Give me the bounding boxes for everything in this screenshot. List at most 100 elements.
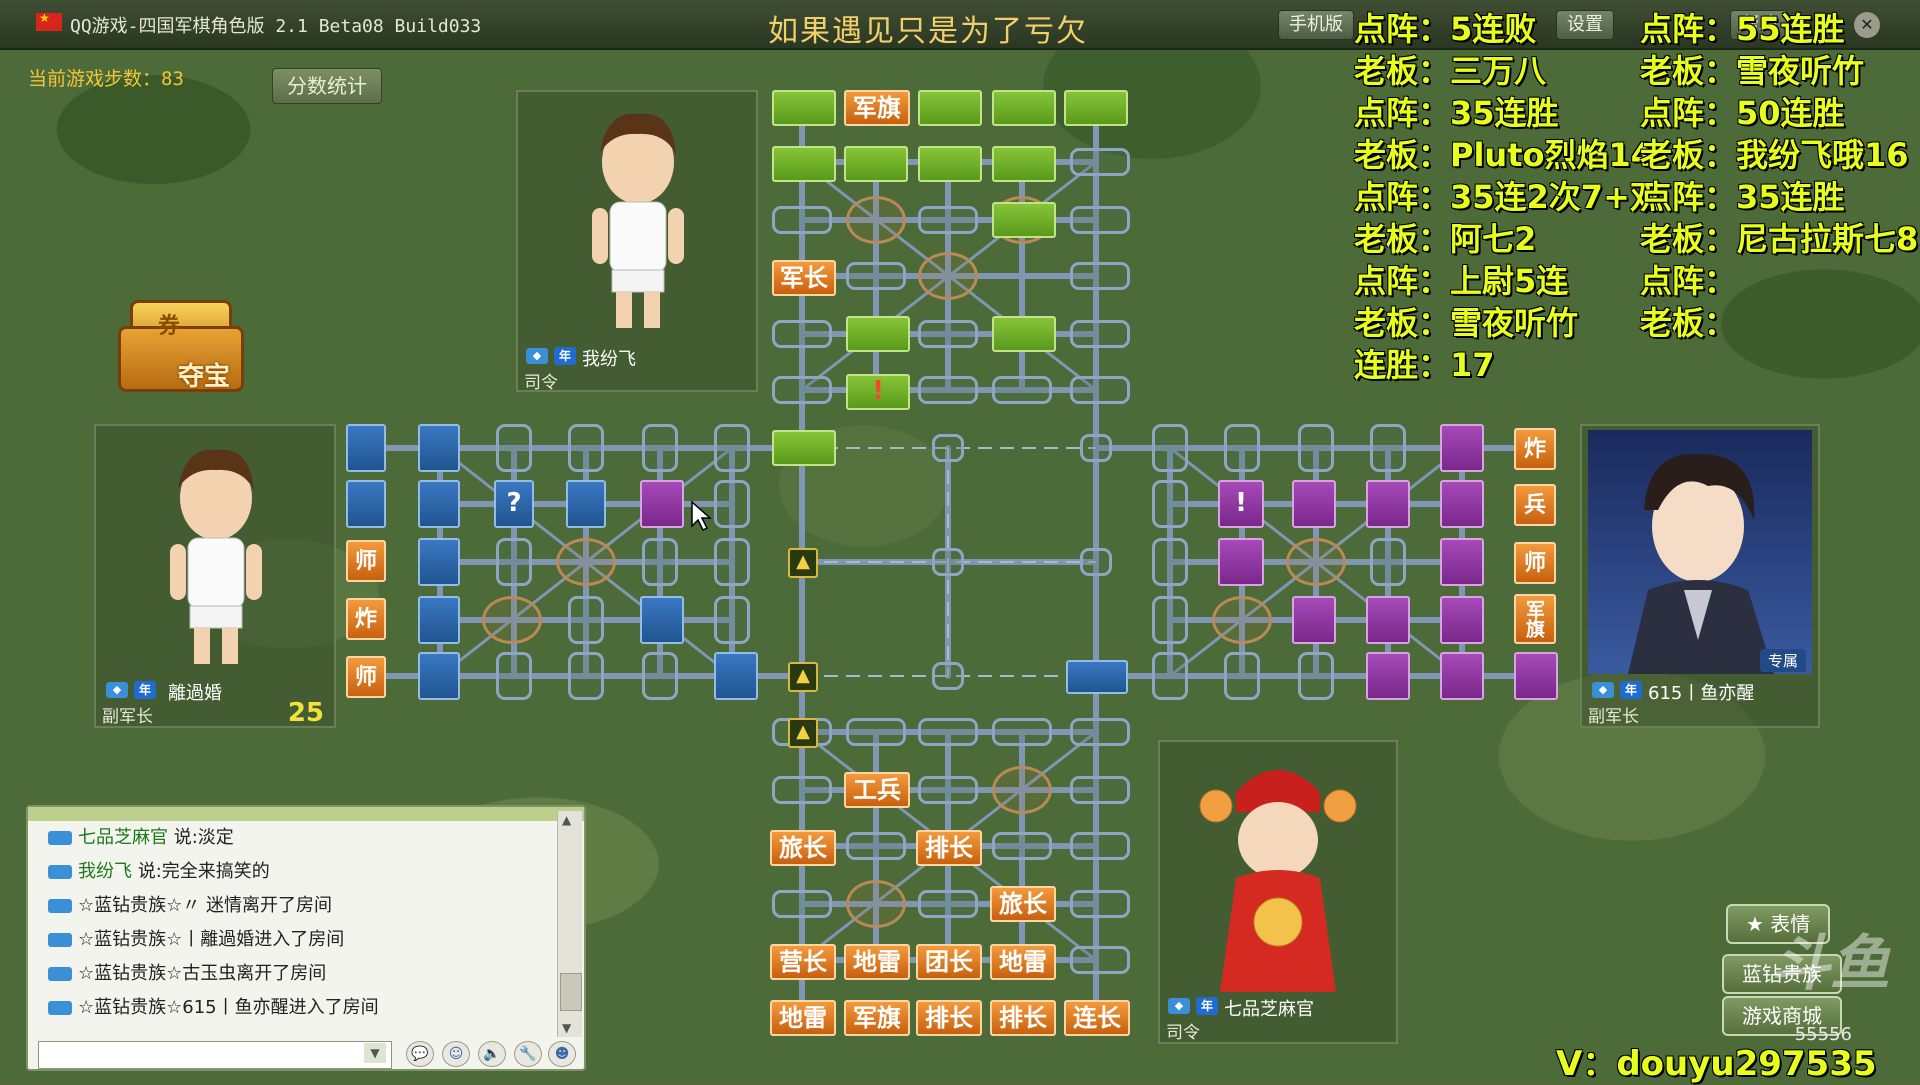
piece-purple[interactable] — [1440, 596, 1484, 644]
piece-green[interactable] — [772, 430, 836, 466]
board-post[interactable] — [772, 376, 832, 404]
user-icon[interactable]: ☻ — [548, 1041, 576, 1067]
piece-bottom[interactable]: 排长 — [916, 1000, 982, 1036]
camp-cell[interactable] — [992, 766, 1052, 814]
board-post[interactable] — [1070, 320, 1130, 348]
camp-cell[interactable] — [1212, 596, 1272, 644]
piece-right-bomb[interactable]: 炸 — [1514, 428, 1556, 470]
piece-bottom[interactable]: 连长 — [1064, 1000, 1130, 1036]
piece-left-bomb[interactable]: 炸 — [346, 598, 386, 640]
camp-cell[interactable] — [556, 538, 616, 586]
piece-blue[interactable] — [418, 596, 460, 644]
board-post[interactable] — [918, 320, 978, 348]
piece-right-soldier[interactable]: 兵 — [1514, 484, 1556, 526]
piece-green[interactable] — [992, 90, 1056, 126]
piece-green[interactable] — [992, 316, 1056, 352]
board-post[interactable] — [496, 424, 532, 472]
board-post[interactable] — [714, 596, 750, 644]
camp-cell[interactable] — [1286, 538, 1346, 586]
board-post[interactable] — [1070, 206, 1130, 234]
piece-blue[interactable] — [418, 538, 460, 586]
piece-purple-marked[interactable]: ! — [1218, 480, 1264, 528]
speaker-icon[interactable]: 🔈 — [478, 1041, 506, 1067]
piece-top-flag[interactable]: 军旗 — [844, 90, 910, 126]
board-post[interactable] — [772, 776, 832, 804]
piece-green[interactable] — [772, 146, 836, 182]
piece-purple[interactable] — [1440, 538, 1484, 586]
board-post[interactable] — [642, 538, 678, 586]
board-post[interactable] — [1370, 538, 1406, 586]
piece-right-division[interactable]: 师 — [1514, 542, 1556, 584]
piece-bottom[interactable]: 排长 — [990, 1000, 1056, 1036]
board-post[interactable] — [918, 718, 978, 746]
piece-blue-unknown[interactable]: ? — [494, 480, 534, 528]
board-post[interactable] — [918, 206, 978, 234]
piece-left-division[interactable]: 师 — [346, 656, 386, 698]
board-post[interactable] — [846, 832, 906, 860]
chevron-down-icon[interactable]: ▼ — [364, 1043, 386, 1063]
board-post[interactable] — [918, 776, 978, 804]
piece-bottom[interactable]: 旅长 — [770, 830, 836, 866]
piece-top-army-commander[interactable]: 军长 — [772, 260, 836, 296]
chevron-up-icon[interactable]: ▲ — [562, 813, 571, 827]
board-post[interactable] — [1080, 548, 1112, 576]
camp-cell[interactable] — [846, 880, 906, 928]
board-post[interactable] — [1152, 538, 1188, 586]
piece-purple[interactable] — [1440, 652, 1484, 700]
piece-bottom[interactable]: 地雷 — [990, 944, 1056, 980]
piece-right-flag[interactable]: 军旗 — [1514, 594, 1556, 644]
piece-blue[interactable] — [418, 480, 460, 528]
board-post[interactable] — [1070, 946, 1130, 974]
piece-purple[interactable] — [1366, 596, 1410, 644]
piece-left-division[interactable]: 师 — [346, 540, 386, 582]
board-post[interactable] — [496, 652, 532, 700]
piece-bottom[interactable]: 旅长 — [990, 886, 1056, 922]
board-post[interactable] — [1070, 890, 1130, 918]
piece-bottom[interactable]: 军旗 — [844, 1000, 910, 1036]
piece-blue[interactable] — [346, 424, 386, 472]
piece-bottom[interactable]: 地雷 — [770, 1000, 836, 1036]
board-post[interactable] — [1070, 148, 1130, 176]
speech-bubble-icon[interactable]: 💬 — [406, 1041, 434, 1067]
board-post[interactable] — [846, 262, 906, 290]
board-post[interactable] — [846, 718, 906, 746]
chevron-down-icon[interactable]: ▼ — [562, 1021, 571, 1035]
board-post[interactable] — [772, 890, 832, 918]
scroll-thumb[interactable] — [560, 973, 582, 1011]
piece-bottom[interactable]: 排长 — [916, 830, 982, 866]
piece-blue[interactable] — [346, 480, 386, 528]
piece-bottom[interactable]: 工兵 — [844, 772, 910, 808]
camp-cell[interactable] — [846, 196, 906, 244]
board-post[interactable] — [918, 376, 978, 404]
piece-bottom[interactable]: 营长 — [770, 944, 836, 980]
piece-blue[interactable] — [418, 652, 460, 700]
board-post[interactable] — [992, 718, 1052, 746]
piece-purple[interactable] — [640, 480, 684, 528]
board-post[interactable] — [992, 832, 1052, 860]
board-post[interactable] — [932, 662, 964, 690]
board-post[interactable] — [1080, 434, 1112, 462]
piece-green[interactable] — [846, 316, 910, 352]
piece-bottom[interactable]: 地雷 — [844, 944, 910, 980]
piece-blue[interactable] — [566, 480, 606, 528]
piece-purple[interactable] — [1440, 424, 1484, 472]
chat-input[interactable] — [38, 1041, 392, 1069]
board-post[interactable] — [568, 424, 604, 472]
piece-green[interactable] — [772, 90, 836, 126]
chat-scrollbar[interactable]: ▲ ▼ — [557, 811, 582, 1037]
board-post[interactable] — [1298, 424, 1334, 472]
board-post[interactable] — [772, 320, 832, 348]
piece-green[interactable] — [1064, 90, 1128, 126]
board-post[interactable] — [1070, 832, 1130, 860]
piece-blue[interactable] — [418, 424, 460, 472]
board-post[interactable] — [568, 596, 604, 644]
board-post[interactable] — [714, 480, 750, 528]
camp-cell[interactable] — [918, 252, 978, 300]
piece-blue[interactable] — [1066, 660, 1128, 694]
smiley-icon[interactable]: ☺ — [442, 1041, 470, 1067]
piece-purple[interactable] — [1366, 652, 1410, 700]
board-post[interactable] — [992, 376, 1052, 404]
piece-blue[interactable] — [640, 596, 684, 644]
piece-purple[interactable] — [1514, 652, 1558, 700]
board-post[interactable] — [1152, 424, 1188, 472]
